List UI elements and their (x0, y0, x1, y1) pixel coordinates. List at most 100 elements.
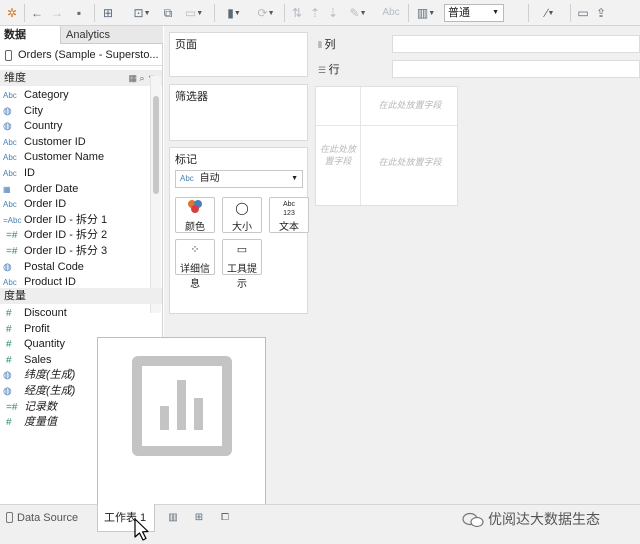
drop-hint-columns: 在此处放置字段 (378, 100, 442, 110)
field-item[interactable]: ◍ Postal Code (0, 260, 150, 276)
abc-icon: Abc (3, 137, 17, 147)
field-item[interactable]: # Profit (0, 322, 150, 338)
pages-shelf[interactable]: 页面 (169, 32, 308, 77)
sort-descending-icon[interactable]: ⇣ (326, 4, 340, 22)
hash-icon: =# (6, 401, 18, 413)
globe-icon: ◍ (3, 386, 12, 397)
color-button-label: 颜色 (185, 222, 205, 233)
tooltip-button[interactable]: ▭ 工具提示 (222, 239, 262, 290)
sort-ascending-icon[interactable]: ⇡ (308, 4, 322, 22)
rows-icon: ☰ (318, 65, 329, 75)
rows-shelf-dropzone[interactable] (392, 60, 640, 78)
scrollbar-thumb[interactable] (153, 96, 159, 194)
share-icon[interactable]: ⇪ (594, 4, 608, 22)
field-item[interactable]: # Discount (0, 306, 150, 322)
new-datasource-icon[interactable]: ⊞ (100, 4, 116, 22)
marks-type-select[interactable]: Abc 自动 ▼ (175, 170, 303, 188)
pages-shelf-title: 页面 (175, 39, 197, 51)
abc-icon: Abc (3, 169, 17, 178)
watermark: 优阅达大数据生态 (462, 508, 632, 530)
field-item[interactable]: ◍ Country (0, 119, 150, 135)
color-icon (176, 198, 214, 218)
field-item[interactable]: Abc ID (0, 166, 150, 182)
field-name: 记录数 (24, 400, 57, 413)
field-item[interactable]: Abc Category (0, 88, 150, 104)
globe-icon: ◍ (3, 121, 12, 133)
rows-shelf-label: ☰ 行 (318, 64, 340, 76)
calendar-icon: ▦ (3, 184, 11, 194)
marks-card-title: 标记 (175, 154, 197, 166)
columns-shelf-dropzone[interactable] (392, 35, 640, 53)
field-item[interactable]: ◍ City (0, 104, 150, 120)
new-story-icon[interactable]: ⧠ (218, 512, 232, 524)
abc-icon: Abc (3, 91, 17, 100)
text-button-label: 文本 (279, 222, 299, 233)
measures-header: 度量 (0, 288, 162, 304)
color-button[interactable]: 颜色 (175, 197, 215, 233)
marks-card: 标记 Abc 自动 ▼ 颜色 ◯ 大小 Abc123 文本 ⁘ 详细信息 ▭ (169, 147, 309, 314)
dimensions-scrollbar[interactable] (150, 76, 161, 313)
text-button[interactable]: Abc 123 文本 (269, 197, 309, 233)
hash-icon: # (6, 323, 12, 335)
new-worksheet-preview (97, 337, 266, 506)
field-name: Profit (24, 322, 50, 335)
field-item[interactable]: =# Order ID - 拆分 3 (0, 244, 150, 260)
columns-shelf-label: ⦀ 列 (318, 39, 336, 51)
new-sheet-icon[interactable]: ⊡▼ (128, 4, 156, 22)
tooltip-icon: ▭ (236, 244, 248, 256)
tab-analytics[interactable]: Analytics (60, 26, 163, 44)
filters-shelf[interactable]: 筛选器 (169, 84, 308, 141)
field-item[interactable]: Abc Customer Name (0, 150, 150, 166)
swap-icon[interactable]: ⇅ (290, 4, 304, 22)
presentation-icon[interactable]: ▭ (576, 4, 590, 22)
mouse-cursor-icon (134, 518, 149, 541)
detail-button[interactable]: ⁘ 详细信息 (175, 239, 215, 290)
filters-shelf-title: 筛选器 (175, 91, 208, 103)
pause-updates-icon[interactable]: ▮▼ (220, 4, 248, 22)
highlight-icon[interactable]: ✎▼ (344, 4, 372, 22)
hash-icon: =# (6, 230, 18, 242)
save-icon[interactable]: ▪ (72, 4, 86, 22)
fit-select-value: 普通 (448, 7, 470, 19)
clear-sheet-icon[interactable]: ▭▼ (180, 4, 208, 22)
size-button-label: 大小 (232, 222, 252, 233)
new-dashboard-icon[interactable]: ⊞ (192, 512, 206, 524)
fit-select[interactable]: 普通 ▼ (444, 4, 504, 22)
tab-datasource-label: Data Source (17, 512, 79, 524)
field-name: 度量值 (24, 416, 57, 429)
run-update-icon[interactable]: ⟳▼ (252, 4, 280, 22)
field-item[interactable]: =Abc Order ID - 拆分 1 (0, 213, 150, 229)
view-canvas[interactable]: 在此处放置字段 在此处放置字段 在此处放置字段 (315, 86, 458, 206)
field-name: Order ID - 拆分 3 (24, 245, 108, 257)
field-item[interactable]: Abc Customer ID (0, 135, 150, 151)
drop-hint-rows: 在此处放置字段 (320, 144, 357, 166)
show-me-icon[interactable]: ▥▼ (412, 4, 440, 22)
field-name: Order ID (24, 198, 67, 211)
field-item[interactable]: ▦ Order Date (0, 182, 150, 198)
show-labels-icon[interactable]: Abc (376, 4, 406, 22)
detail-button-label: 详细信息 (180, 264, 210, 290)
hash-icon: =# (6, 246, 18, 257)
annotate-icon[interactable]: ∕▼ (536, 4, 564, 22)
size-button[interactable]: ◯ 大小 (222, 197, 262, 233)
field-item[interactable]: =# Order ID - 拆分 2 (0, 228, 150, 244)
datasource-item[interactable]: Orders (Sample - Supersto... (0, 45, 162, 66)
toolbar: ✲ ← → ▪ ⊞ ⊡▼ ⧉ ▭▼ ▮▼ ⟳▼ ⇅ ⇡ ⇣ ✎▼ Abc ▥▼ … (0, 0, 640, 26)
field-name: Order ID - 拆分 2 (24, 229, 108, 242)
duplicate-sheet-icon[interactable]: ⧉ (160, 4, 176, 22)
chevron-down-icon: ▼ (492, 9, 499, 16)
back-icon[interactable]: ← (30, 4, 44, 22)
globe-icon: ◍ (3, 261, 12, 273)
rows-shelf[interactable]: ☰ 行 (312, 58, 640, 80)
detail-icon: ⁘ (190, 244, 200, 256)
field-item[interactable]: Abc Order ID (0, 197, 150, 213)
tableau-logo-icon[interactable]: ✲ (4, 4, 20, 22)
tab-datasource[interactable]: Data Source (0, 505, 97, 532)
field-name: City (24, 104, 43, 117)
new-worksheet-icon[interactable]: ▥ (166, 512, 180, 524)
forward-icon[interactable]: → (50, 4, 64, 22)
field-name: Customer ID (24, 135, 86, 148)
tab-data[interactable]: 数据 (0, 26, 60, 44)
columns-shelf[interactable]: ⦀ 列 (312, 33, 640, 55)
wechat-icon (462, 513, 484, 528)
